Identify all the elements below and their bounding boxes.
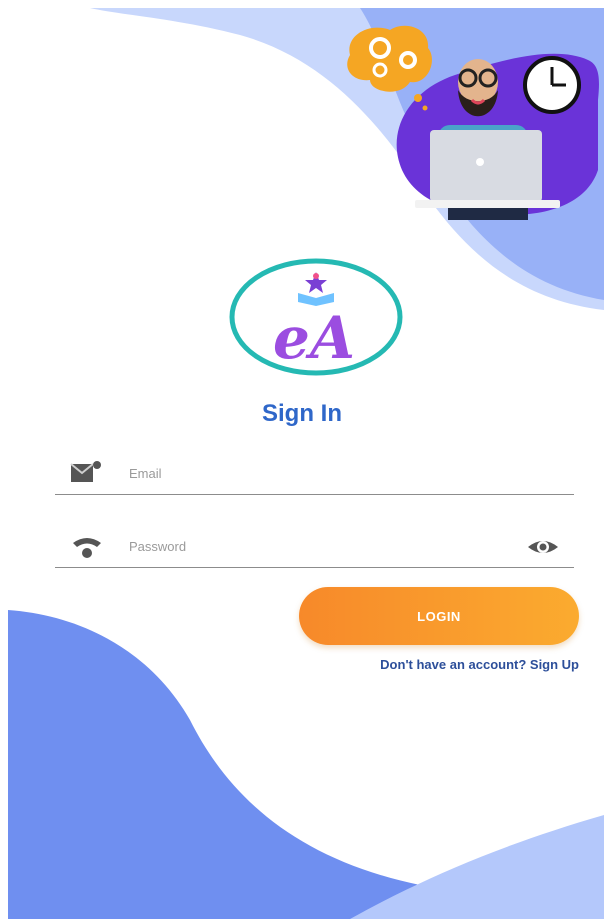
password-input[interactable] bbox=[127, 531, 511, 561]
email-input[interactable] bbox=[127, 458, 511, 488]
app-logo: eA bbox=[229, 258, 403, 376]
password-field[interactable] bbox=[55, 527, 574, 568]
sign-in-screen: eA Sign In LOGIN Don't have an account? … bbox=[0, 0, 604, 919]
hero-illustration bbox=[347, 25, 599, 220]
eye-icon[interactable] bbox=[526, 535, 560, 559]
bottom-light-wave bbox=[350, 815, 604, 919]
signup-link[interactable]: Don't have an account? Sign Up bbox=[300, 657, 579, 672]
email-field[interactable] bbox=[55, 454, 574, 495]
mail-icon bbox=[70, 461, 101, 482]
gear-thought-bubble-icon bbox=[347, 25, 432, 111]
wifi-icon bbox=[73, 538, 101, 558]
page-title: Sign In bbox=[262, 400, 342, 427]
logo-letters: eA bbox=[273, 304, 355, 372]
clock-icon bbox=[523, 56, 581, 114]
login-button[interactable]: LOGIN bbox=[299, 587, 579, 645]
